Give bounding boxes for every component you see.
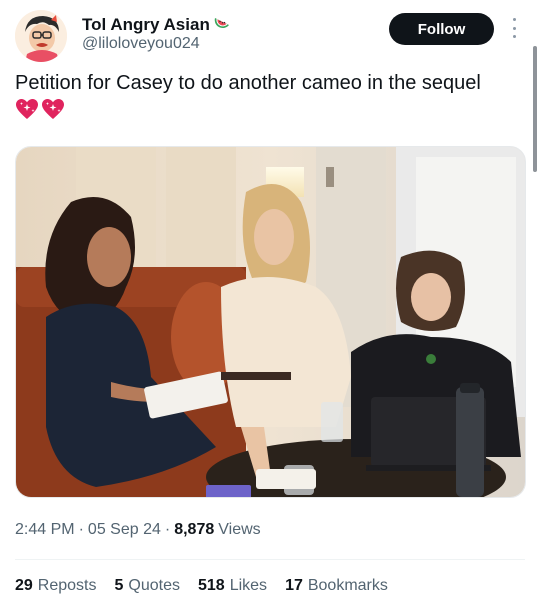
divider — [15, 559, 525, 560]
author-display-name[interactable]: Tol Angry Asian — [82, 15, 210, 35]
sparkling-heart-icon — [41, 98, 65, 127]
office-scene-photo — [16, 147, 525, 497]
quotes-label: Quotes — [128, 577, 180, 594]
likes-label: Likes — [229, 577, 268, 594]
bookmarks-count: 17 — [285, 577, 303, 594]
bookmarks-stat[interactable]: 17 Bookmarks — [285, 577, 388, 595]
likes-count: 518 — [198, 577, 225, 594]
quotes-stat[interactable]: 5 Quotes — [115, 577, 181, 595]
tweet-body: Petition for Casey to do another cameo i… — [15, 70, 515, 127]
engagement-stats: 29 Reposts 5 Quotes 518 Likes 17 Bookmar… — [15, 577, 388, 595]
likes-stat[interactable]: 518 Likes — [198, 577, 267, 595]
scrollbar[interactable] — [533, 46, 537, 172]
follow-button[interactable]: Follow — [389, 13, 494, 45]
meta-separator: · — [164, 521, 171, 538]
tweet-date[interactable]: 05 Sep 24 — [88, 521, 161, 539]
watermelon-icon — [213, 13, 231, 36]
reposts-count: 29 — [15, 577, 33, 594]
more-options-icon[interactable] — [506, 18, 522, 38]
sparkling-heart-icon — [15, 98, 39, 127]
reposts-stat[interactable]: 29 Reposts — [15, 577, 97, 595]
meta-separator: · — [78, 521, 84, 538]
tweet-text: Petition for Casey to do another cameo i… — [15, 72, 481, 94]
views-count: 8,878 — [174, 521, 215, 538]
tweet-time[interactable]: 2:44 PM — [15, 521, 75, 539]
views-label: Views — [218, 521, 261, 538]
tweet-header: Tol Angry Asian @liloloveyou024 Follow — [0, 0, 540, 66]
author-name-row[interactable]: Tol Angry Asian — [82, 13, 231, 36]
reposts-label: Reposts — [37, 577, 97, 594]
avatar[interactable] — [15, 10, 67, 62]
tweet-metadata: 2:44 PM · 05 Sep 24 · 8,878 Views — [15, 521, 261, 539]
bookmarks-label: Bookmarks — [307, 577, 388, 594]
tweet-emojis — [15, 98, 515, 127]
author-handle[interactable]: @liloloveyou024 — [82, 35, 200, 53]
avatar-illustration — [15, 10, 67, 62]
tweet-photo[interactable] — [15, 146, 526, 498]
quotes-count: 5 — [114, 577, 124, 594]
